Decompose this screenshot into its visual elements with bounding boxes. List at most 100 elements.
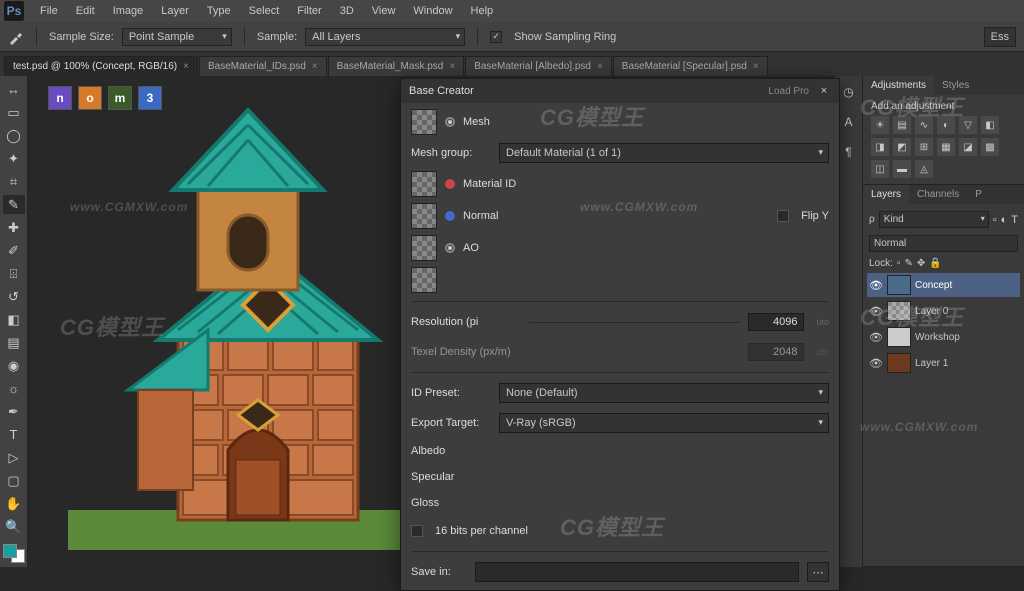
menu-select[interactable]: Select: [241, 2, 288, 20]
blend-mode-dropdown[interactable]: Normal: [869, 235, 1018, 252]
photo-filter-icon[interactable]: ◩: [893, 138, 911, 156]
load-project-link[interactable]: Load Pro: [768, 86, 809, 97]
menu-edit[interactable]: Edit: [68, 2, 103, 20]
visibility-icon[interactable]: 👁: [869, 279, 883, 292]
curves-icon[interactable]: ∿: [915, 116, 933, 134]
shape-tool[interactable]: ▢: [3, 471, 25, 490]
layer-name[interactable]: Layer 1: [915, 358, 1018, 369]
eyedropper-tool[interactable]: ✎: [3, 195, 25, 214]
dialog-titlebar[interactable]: Base Creator Load Pro ×: [401, 79, 839, 103]
selective-icon[interactable]: ◬: [915, 160, 933, 178]
pen-tool[interactable]: ✒: [3, 402, 25, 421]
blur-tool[interactable]: ◉: [3, 356, 25, 375]
bw-icon[interactable]: ◨: [871, 138, 889, 156]
lock-transparency-icon[interactable]: ▫: [897, 258, 901, 269]
lock-position-icon[interactable]: ✥: [917, 258, 925, 269]
resolution-field[interactable]: 4096: [748, 313, 804, 331]
layer-name[interactable]: Workshop: [915, 332, 1018, 343]
zoom-tool[interactable]: 🔍: [3, 517, 25, 536]
history-icon[interactable]: ◷: [839, 82, 859, 102]
character-icon[interactable]: A: [839, 112, 859, 132]
hue-icon[interactable]: ◧: [981, 116, 999, 134]
bits-checkbox[interactable]: [411, 525, 423, 537]
threshold-icon[interactable]: ◫: [871, 160, 889, 178]
history-brush-tool[interactable]: ↺: [3, 287, 25, 306]
path-select-tool[interactable]: ▷: [3, 448, 25, 467]
filter-adjust-icon[interactable]: ◐: [1001, 214, 1008, 226]
posterize-icon[interactable]: ▩: [981, 138, 999, 156]
layer-row[interactable]: 👁 Layer 0: [867, 299, 1020, 323]
tab-albedo[interactable]: BaseMaterial [Albedo].psd×: [465, 56, 612, 76]
ao-thumb[interactable]: [411, 235, 437, 261]
browse-button[interactable]: ⋯: [807, 562, 829, 582]
lock-all-icon[interactable]: 🔒: [929, 258, 941, 269]
tab-specular[interactable]: BaseMaterial [Specular].psd×: [613, 56, 768, 76]
sampling-ring-checkbox[interactable]: [490, 31, 502, 43]
tab-mask[interactable]: BaseMaterial_Mask.psd×: [328, 56, 465, 76]
close-icon[interactable]: ×: [753, 61, 759, 72]
menu-type[interactable]: Type: [199, 2, 239, 20]
layer-name[interactable]: Layer 0: [915, 306, 1018, 317]
ext-icon-3[interactable]: 3: [138, 86, 162, 110]
color-swatches[interactable]: [3, 544, 25, 563]
move-tool[interactable]: ↔: [3, 80, 25, 99]
mesh-radio[interactable]: [445, 117, 455, 127]
crop-tool[interactable]: ⌗: [3, 172, 25, 191]
vibrance-icon[interactable]: ▽: [959, 116, 977, 134]
menu-window[interactable]: Window: [405, 2, 460, 20]
sample-dropdown[interactable]: All Layers: [305, 28, 465, 46]
mesh-group-dropdown[interactable]: Default Material (1 of 1): [499, 143, 829, 163]
filter-pixel-icon[interactable]: ▫: [993, 214, 997, 226]
workspace-switcher[interactable]: Ess: [984, 27, 1016, 47]
gradient-map-icon[interactable]: ▬: [893, 160, 911, 178]
visibility-icon[interactable]: 👁: [869, 305, 883, 318]
brightness-icon[interactable]: ☀: [871, 116, 889, 134]
dodge-tool[interactable]: ☼: [3, 379, 25, 398]
normal-thumb[interactable]: [411, 203, 437, 229]
type-tool[interactable]: T: [3, 425, 25, 444]
sample-size-dropdown[interactable]: Point Sample: [122, 28, 232, 46]
mesh-thumb[interactable]: [411, 109, 437, 135]
material-id-thumb[interactable]: [411, 171, 437, 197]
flip-y-checkbox[interactable]: [777, 210, 789, 222]
hand-tool[interactable]: ✋: [3, 494, 25, 513]
lasso-tool[interactable]: ◯: [3, 126, 25, 145]
tab-channels[interactable]: Channels: [909, 185, 967, 204]
id-preset-dropdown[interactable]: None (Default): [499, 383, 829, 403]
gradient-tool[interactable]: ▤: [3, 333, 25, 352]
close-icon[interactable]: ×: [449, 61, 455, 72]
menu-layer[interactable]: Layer: [153, 2, 197, 20]
marquee-tool[interactable]: ▭: [3, 103, 25, 122]
tab-layers[interactable]: Layers: [863, 185, 909, 204]
layer-row[interactable]: 👁 Layer 1: [867, 351, 1020, 375]
menu-file[interactable]: File: [32, 2, 66, 20]
layer-name[interactable]: Concept: [915, 280, 1018, 291]
menu-3d[interactable]: 3D: [332, 2, 362, 20]
layer-row[interactable]: 👁 Workshop: [867, 325, 1020, 349]
layer-kind-dropdown[interactable]: Kind: [879, 211, 989, 228]
lookup-icon[interactable]: ▦: [937, 138, 955, 156]
paragraph-icon[interactable]: ¶: [839, 142, 859, 162]
ao-radio[interactable]: [445, 243, 455, 253]
save-in-field[interactable]: [475, 562, 799, 582]
eyedropper-icon[interactable]: [8, 29, 24, 45]
layer-row[interactable]: 👁 Concept: [867, 273, 1020, 297]
close-icon[interactable]: ×: [817, 84, 831, 98]
export-target-dropdown[interactable]: V-Ray (sRGB): [499, 413, 829, 433]
tab-ids[interactable]: BaseMaterial_IDs.psd×: [199, 56, 327, 76]
levels-icon[interactable]: ▤: [893, 116, 911, 134]
menu-help[interactable]: Help: [463, 2, 502, 20]
menu-image[interactable]: Image: [105, 2, 152, 20]
invert-icon[interactable]: ◪: [959, 138, 977, 156]
tab-test[interactable]: test.psd @ 100% (Concept, RGB/16)×: [4, 56, 198, 76]
visibility-icon[interactable]: 👁: [869, 357, 883, 370]
ext-icon-m[interactable]: m: [108, 86, 132, 110]
tab-adjustments[interactable]: Adjustments: [863, 76, 934, 95]
close-icon[interactable]: ×: [312, 61, 318, 72]
extra-thumb[interactable]: [411, 267, 437, 293]
ext-icon-n[interactable]: n: [48, 86, 72, 110]
stamp-tool[interactable]: ⌹: [3, 264, 25, 283]
eraser-tool[interactable]: ◧: [3, 310, 25, 329]
lock-pixels-icon[interactable]: ✎: [904, 258, 912, 269]
channel-mixer-icon[interactable]: ⊞: [915, 138, 933, 156]
